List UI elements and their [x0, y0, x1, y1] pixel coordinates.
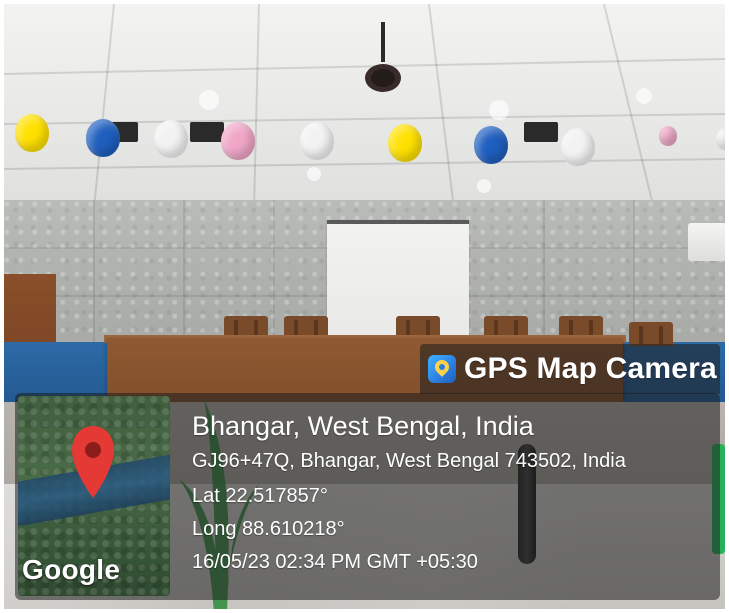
balloon-white-2	[300, 122, 334, 160]
map-pin-icon	[72, 426, 114, 498]
overhead-camera-box-3	[524, 122, 558, 142]
balloon-yellow-2	[388, 124, 422, 162]
location-details: Bhangar, West Bengal, India GJ96+47Q, Bh…	[170, 393, 720, 600]
ceiling-fan	[365, 22, 401, 92]
gps-map-camera-header: GPS Map Camera	[420, 344, 720, 394]
address-line: GJ96+47Q, Bhangar, West Bengal 743502, I…	[192, 450, 626, 472]
air-conditioner	[688, 223, 725, 261]
overhead-camera-box-2	[190, 122, 224, 142]
timestamp: 16/05/23 02:34 PM GMT +05:30	[192, 551, 478, 573]
gps-location-stamp: Google Bhangar, West Bengal, India GJ96+…	[15, 393, 720, 600]
gps-map-camera-title: GPS Map Camera	[464, 352, 717, 385]
balloon-blue-2	[474, 126, 508, 164]
map-thumbnail: Google	[18, 396, 170, 596]
chair-6	[629, 322, 673, 346]
balloon-pink-1	[221, 122, 255, 160]
latitude: Lat 22.517857°	[192, 485, 328, 507]
gps-stamped-photo-frame: GPS Map Camera Google Bhangar, West Beng…	[0, 0, 729, 613]
balloon-blue-1	[86, 119, 120, 157]
location-title: Bhangar, West Bengal, India	[192, 411, 534, 441]
longitude: Long 88.610218°	[192, 518, 345, 540]
gps-map-camera-app-icon	[428, 355, 456, 383]
balloon-yellow-1	[15, 114, 49, 152]
balloon-white-1	[154, 120, 188, 158]
balloon-pink-2	[659, 126, 677, 146]
balloon-white-3	[561, 128, 595, 166]
map-provider-label: Google	[22, 554, 121, 585]
